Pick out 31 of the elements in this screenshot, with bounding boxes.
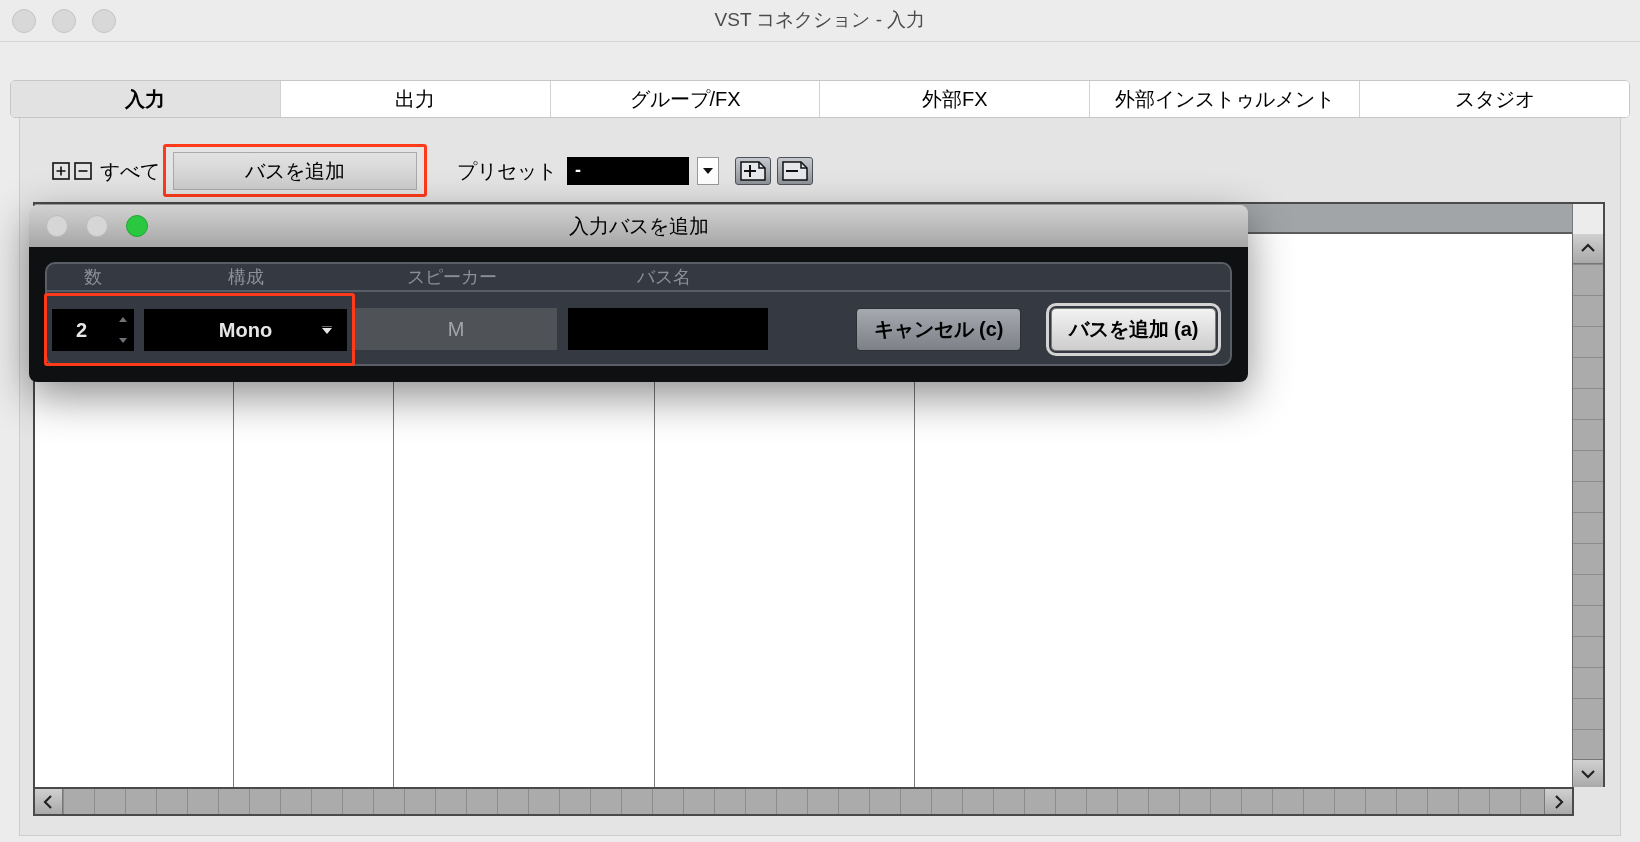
- preset-remove-button[interactable]: [777, 156, 813, 185]
- column-header: スピーカー: [406, 265, 498, 289]
- window-title: VST コネクション - 入力: [714, 8, 926, 33]
- dropdown-button[interactable]: [697, 156, 719, 185]
- scroll-down-button[interactable]: [1573, 759, 1603, 787]
- count-field[interactable]: 2: [52, 308, 134, 351]
- add-bus-button[interactable]: バスを追加: [173, 151, 417, 190]
- minus-square-icon[interactable]: [74, 161, 92, 180]
- document-plus-icon: [740, 160, 766, 181]
- plus-square-icon[interactable]: [52, 161, 70, 180]
- scroll-left-button[interactable]: [35, 789, 63, 814]
- caret-down-icon: [321, 325, 333, 334]
- preset-field[interactable]: -: [567, 156, 689, 185]
- column-header: バス名: [636, 265, 692, 289]
- tab[interactable]: スタジオ: [1359, 81, 1629, 117]
- document-minus-icon: [782, 160, 808, 181]
- cancel-button[interactable]: キャンセル (c): [856, 307, 1021, 351]
- configuration-dropdown[interactable]: Mono: [144, 308, 347, 351]
- table-corner: [1572, 204, 1603, 234]
- column-header: 構成: [226, 265, 265, 289]
- preset-label: プリセット: [457, 158, 557, 184]
- all-label: すべて: [100, 158, 160, 184]
- dialog-title: 入力バスを追加: [568, 214, 709, 239]
- speaker-field: M: [355, 308, 557, 350]
- bus-name-field[interactable]: [568, 308, 768, 350]
- tab[interactable]: 入力: [11, 81, 280, 117]
- scroll-up-button[interactable]: [1573, 234, 1603, 264]
- column-header: 数: [83, 265, 103, 289]
- caret-down-icon: [703, 167, 713, 174]
- preset-add-button[interactable]: [735, 156, 771, 185]
- scroll-right-button[interactable]: [1544, 789, 1572, 814]
